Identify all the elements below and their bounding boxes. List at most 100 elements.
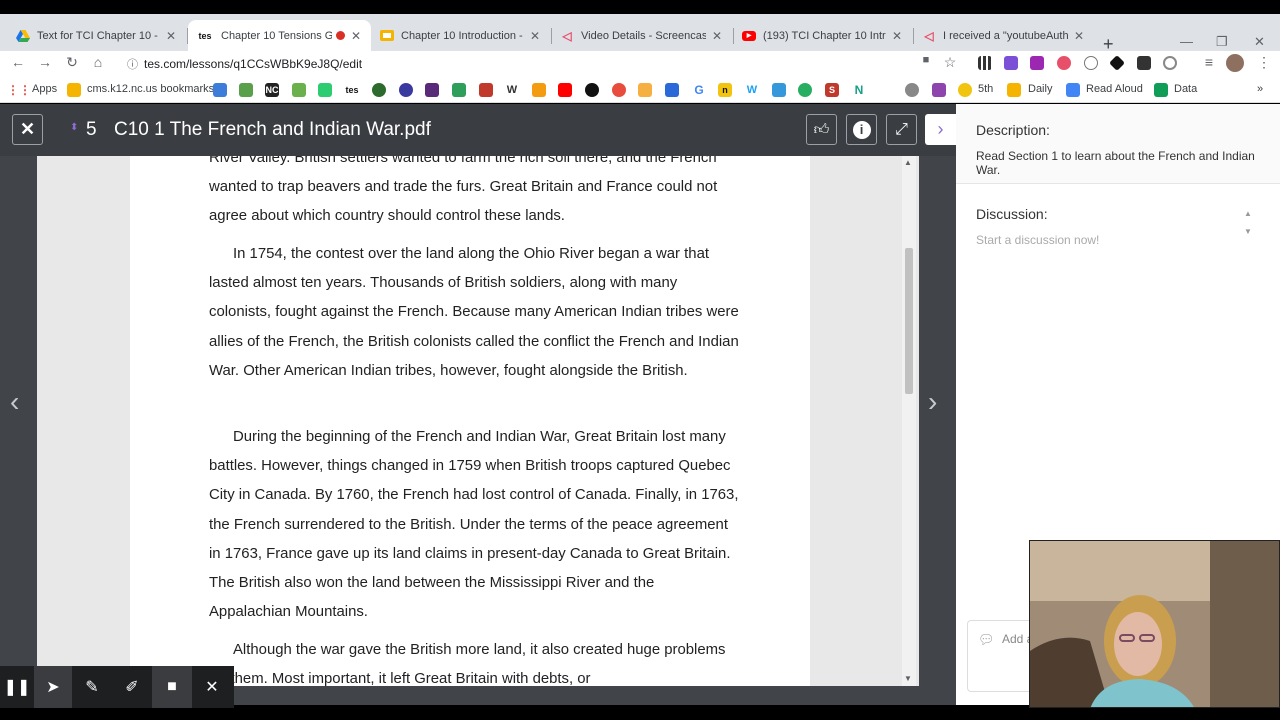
bookmark-icon-18[interactable]: N — [852, 83, 866, 97]
pdf-extension-icon[interactable] — [1004, 56, 1018, 70]
forward-icon[interactable]: → — [36, 54, 54, 70]
scroll-up-icon[interactable]: ▲ — [904, 158, 912, 167]
webcam-overlay[interactable] — [1029, 540, 1280, 708]
tab-video-details[interactable]: ◁ Video Details - Screencastify ✕ — [552, 20, 732, 51]
bookmark-icon-7[interactable] — [425, 83, 439, 97]
tes-bookmark[interactable]: tes — [345, 83, 359, 97]
paragraph: River Valley. British settlers wanted to… — [209, 156, 718, 225]
discussion-heading: Discussion: — [976, 206, 1048, 222]
bookmark-apps[interactable]: Apps — [32, 83, 57, 95]
previous-item-icon[interactable]: ‹ — [10, 386, 19, 418]
bookmark-icon-2[interactable] — [239, 83, 253, 97]
drive-icon — [16, 29, 30, 43]
tab-close-icon[interactable]: ✕ — [164, 29, 178, 43]
bookmark-icon-16[interactable] — [798, 83, 812, 97]
tab-title: Chapter 10 Tensions Gro — [221, 29, 332, 42]
bookmark-cms[interactable]: cms.k12.nc.us bookmarks — [87, 83, 214, 95]
bookmark-icon-20[interactable] — [958, 83, 972, 97]
scroll-down-icon[interactable]: ▼ — [904, 674, 912, 683]
like-button[interactable]: 👍︎ — [806, 114, 837, 145]
discussion-scroll-icon[interactable]: ▲ ▼ — [1244, 209, 1252, 236]
google-icon[interactable]: G — [692, 83, 706, 97]
bookmark-star-icon[interactable]: ☆ — [941, 54, 959, 71]
reorder-icon[interactable]: ⬍ — [70, 122, 78, 133]
tab-chapter-10-introduction[interactable]: Chapter 10 Introduction - Go ✕ — [372, 20, 550, 51]
restore-icon[interactable]: ❐ — [1216, 34, 1228, 50]
bookmark-icon-3[interactable] — [292, 83, 306, 97]
highlighter-icon[interactable]: ✐ — [112, 666, 152, 708]
nc-icon[interactable]: NC — [265, 83, 279, 97]
tab-close-icon[interactable]: ✕ — [1072, 29, 1086, 43]
address-bar[interactable]: ⓘ tes.com/lessons/q1CCsWBbK9eJ8Q/edit — [117, 52, 963, 76]
tab-youtubeauth[interactable]: ◁ I received a "youtubeAuth fa ✕ — [914, 20, 1094, 51]
bookmark-icon-19[interactable] — [932, 83, 946, 97]
home-icon[interactable]: ⌂ — [89, 54, 107, 70]
spotify-icon[interactable] — [585, 83, 599, 97]
clipboard-extension-icon[interactable] — [1137, 56, 1151, 70]
bookmark-read-aloud[interactable]: Read Aloud — [1086, 83, 1143, 95]
tab-close-icon[interactable]: ✕ — [890, 29, 904, 43]
bookmark-daily[interactable]: Daily — [1028, 83, 1052, 95]
bookmark-data[interactable]: Data — [1174, 83, 1197, 95]
pdf-scrollbar[interactable]: ▲ ▼ — [902, 156, 916, 686]
bookmark-5th[interactable]: 5th — [978, 83, 993, 95]
gear-bookmark-icon[interactable] — [905, 83, 919, 97]
bookmark-icon-13[interactable]: n — [718, 83, 732, 97]
tab-title: Chapter 10 Introduction - Go — [401, 29, 524, 42]
tab-text-for-tci[interactable]: Text for TCI Chapter 10 - Goo ✕ — [8, 20, 186, 51]
tab-chapter-10-tensions[interactable]: tes Chapter 10 Tensions Gro ✕ — [188, 20, 371, 51]
bookmark-icon-10[interactable] — [612, 83, 626, 97]
tab-youtube[interactable]: ▶ (193) TCI Chapter 10 Introdu ✕ — [734, 20, 912, 51]
close-window-icon[interactable]: ✕ — [1254, 34, 1265, 50]
amazon-icon[interactable] — [532, 83, 546, 97]
bookmark-icon-9[interactable] — [479, 83, 493, 97]
diamond-extension-icon[interactable] — [1109, 55, 1125, 71]
bookmark-icon-6[interactable] — [399, 83, 413, 97]
bookmark-icon-11[interactable] — [638, 83, 652, 97]
menu-lines-icon[interactable]: ≡ — [1200, 54, 1218, 70]
tab-close-icon[interactable]: ✕ — [710, 29, 724, 43]
youtube-icon: ▶ — [742, 29, 756, 43]
bookmark-icon-4[interactable] — [318, 83, 332, 97]
docs-icon — [1066, 83, 1080, 97]
bookmarks-bar: ⋮⋮ Apps cms.k12.nc.us bookmarks NC tes W… — [0, 77, 1280, 103]
description-section: Description: Read Section 1 to learn abo… — [956, 104, 1280, 184]
help-extension-icon[interactable] — [1084, 56, 1098, 70]
bookmark-icon-14[interactable]: W — [745, 83, 759, 97]
profile-avatar[interactable] — [1226, 54, 1244, 72]
video-camera-icon[interactable]: ■ — [152, 666, 192, 708]
pause-icon[interactable]: ❚❚ — [0, 666, 34, 708]
next-item-icon[interactable]: › — [928, 386, 937, 418]
info-button[interactable]: i — [846, 114, 877, 145]
next-panel-button[interactable]: › — [925, 114, 956, 145]
youtube-bookmark-icon[interactable] — [558, 83, 572, 97]
camera-icon[interactable]: ■ — [917, 54, 935, 66]
expand-button[interactable]: ⤢ — [886, 114, 917, 145]
tab-close-icon[interactable]: ✕ — [528, 29, 542, 43]
tab-close-icon[interactable]: ✕ — [349, 29, 363, 43]
bookmark-icon-17[interactable]: S — [825, 83, 839, 97]
screencastify-extension-icon[interactable] — [1057, 56, 1071, 70]
extension-grid-icon[interactable] — [978, 56, 992, 70]
wikipedia-icon[interactable]: W — [505, 83, 519, 97]
pen-icon[interactable]: ✎ — [72, 666, 112, 708]
close-toolbar-icon[interactable]: ✕ — [192, 666, 232, 708]
reload-icon[interactable]: ↻ — [63, 54, 81, 71]
cursor-icon[interactable]: ➤ — [34, 666, 72, 708]
bookmark-icon-1[interactable] — [213, 83, 227, 97]
bookmark-icon-15[interactable] — [772, 83, 786, 97]
more-bookmarks-icon[interactable]: » — [1257, 83, 1263, 95]
screencastify-icon: ◁ — [562, 28, 572, 43]
comment-icon: 💬︎ — [978, 632, 995, 647]
scroll-thumb[interactable] — [905, 248, 913, 394]
bookmark-icon-8[interactable] — [452, 83, 466, 97]
bookmark-icon-5[interactable] — [372, 83, 386, 97]
close-viewer-button[interactable]: ✕ — [12, 114, 43, 145]
info-circle-icon[interactable]: ⓘ — [127, 56, 138, 72]
puzzle-extension-icon[interactable] — [1030, 56, 1044, 70]
chrome-extension-icon[interactable] — [1163, 56, 1177, 70]
bookmark-icon-12[interactable] — [665, 83, 679, 97]
back-icon[interactable]: ← — [9, 54, 27, 70]
minimize-icon[interactable]: — — [1180, 34, 1193, 49]
kebab-menu-icon[interactable]: ⋮ — [1255, 54, 1273, 71]
